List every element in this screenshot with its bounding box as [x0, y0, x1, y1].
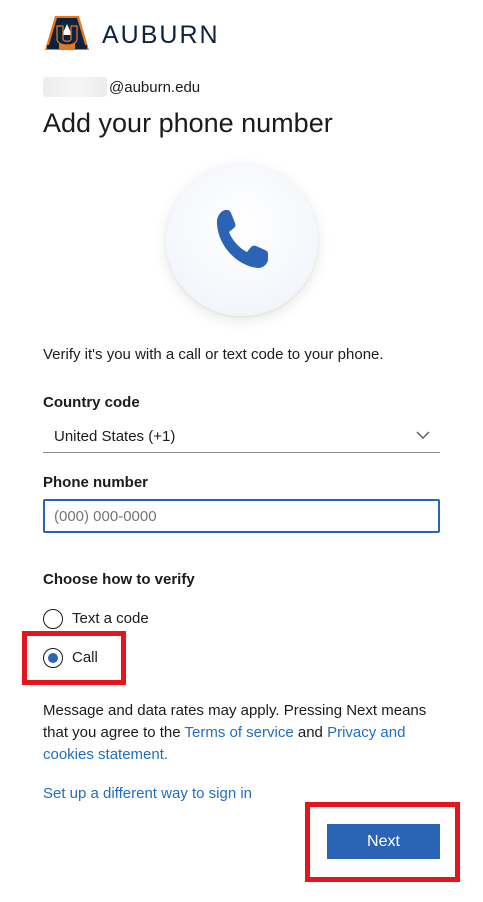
redacted-username [43, 77, 107, 97]
page-title: Add your phone number [43, 108, 333, 138]
phone-number-input[interactable] [43, 499, 440, 533]
country-code-select[interactable]: United States (+1) [43, 420, 440, 453]
alternate-signin-link[interactable]: Set up a different way to sign in [43, 785, 252, 802]
country-code-value: United States (+1) [54, 428, 176, 445]
signed-in-identity: @auburn.edu [43, 76, 200, 98]
radio-label-text-code: Text a code [72, 610, 149, 627]
disclaimer-text-middle: and [293, 724, 328, 741]
radio-option-text-code[interactable]: Text a code [43, 607, 149, 631]
terms-of-service-link[interactable]: Terms of service [185, 724, 294, 741]
auburn-logo-icon [45, 16, 89, 50]
annotation-highlight-next [305, 802, 460, 882]
radio-button-text-code[interactable] [43, 609, 63, 629]
verify-method-label: Choose how to verify [43, 571, 195, 588]
brand-name: AUBURN [102, 21, 220, 49]
description-text: Verify it's you with a call or text code… [43, 346, 384, 363]
annotation-highlight-call [22, 631, 126, 685]
chevron-down-icon [416, 431, 430, 439]
country-code-label: Country code [43, 394, 140, 411]
phone-number-label: Phone number [43, 474, 149, 491]
email-suffix: @auburn.edu [109, 78, 201, 96]
phone-icon [217, 210, 268, 268]
disclaimer-text: Message and data rates may apply. Pressi… [43, 700, 443, 766]
